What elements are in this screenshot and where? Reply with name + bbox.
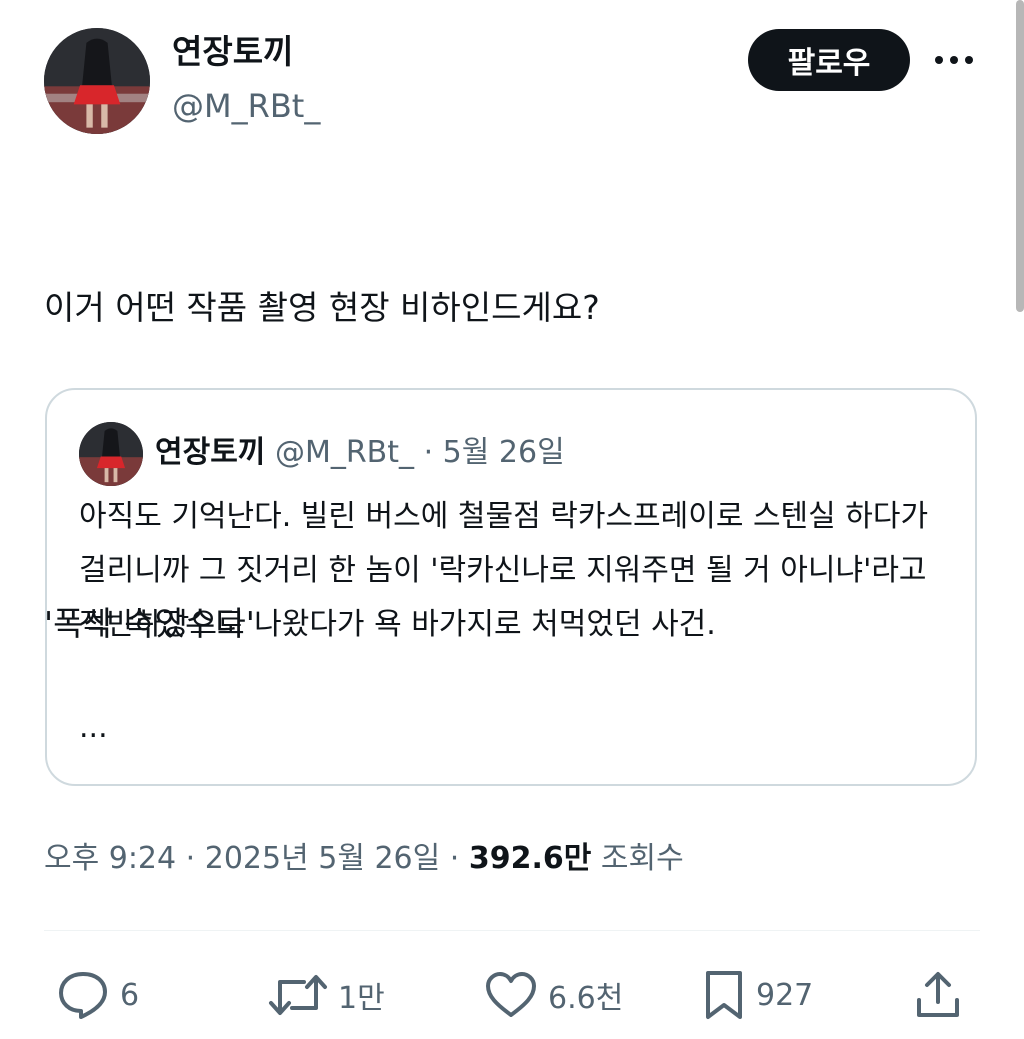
views-label: 조회수 <box>600 841 684 876</box>
quoted-tweet-ellipsis: ... <box>79 710 108 745</box>
views-count: 392.6만 <box>468 841 592 876</box>
like-button[interactable]: 6.6천 <box>484 966 623 1024</box>
quoted-tweet-header: 연장토끼 @M_RBt_ · 5월 26일 <box>155 428 565 478</box>
author-avatar[interactable] <box>44 28 150 134</box>
bookmark-icon <box>706 971 742 1019</box>
bookmark-count: 927 <box>756 977 814 1013</box>
quoted-tweet-card[interactable]: 연장토끼 @M_RBt_ · 5월 26일 아직도 기억난다. 빌린 버스에 철… <box>45 388 977 786</box>
meta-separator: · <box>185 841 196 876</box>
reply-button[interactable]: 6 <box>56 966 139 1024</box>
author-display-name[interactable]: 연장토끼 <box>172 30 293 74</box>
tweet-date[interactable]: 2025년 5월 26일 <box>205 841 440 876</box>
meta-separator: · <box>449 841 460 876</box>
share-icon <box>917 972 959 1017</box>
avatar-image <box>44 28 150 134</box>
more-options-button[interactable] <box>928 40 980 80</box>
retweet-count: 1만 <box>338 981 385 1016</box>
quoted-author-avatar <box>79 422 143 486</box>
more-horizontal-icon <box>935 56 973 64</box>
follow-button[interactable]: 팔로우 <box>748 29 910 91</box>
retweet-icon <box>269 975 327 1015</box>
quoted-separator: · <box>423 435 434 470</box>
avatar-image <box>79 422 143 486</box>
quoted-tweet-text: 아직도 기억난다. 빌린 버스에 철물점 락카스프레이로 스텐실 하다가 걸리니… <box>79 499 929 642</box>
tweet-time[interactable]: 오후 9:24 <box>44 841 176 876</box>
like-count: 6.6천 <box>548 981 624 1016</box>
bookmark-button[interactable]: 927 <box>702 966 813 1024</box>
reply-count: 6 <box>120 977 140 1013</box>
quoted-date: 5월 26일 <box>442 435 565 470</box>
reply-icon <box>59 972 107 1019</box>
author-handle[interactable]: @M_RBt_ <box>172 84 320 128</box>
quoted-author-name: 연장토끼 <box>155 435 266 470</box>
heart-icon <box>486 972 536 1017</box>
divider <box>44 930 980 931</box>
scrollbar[interactable] <box>1016 0 1024 312</box>
tweet-line: 이거 어떤 작품 촬영 현장 비하인드게요? <box>44 288 600 327</box>
retweet-button[interactable]: 1만 <box>268 966 385 1024</box>
quoted-author-handle: @M_RBt_ <box>274 435 415 470</box>
share-button[interactable] <box>914 966 962 1024</box>
tweet-meta: 오후 9:24 · 2025년 5월 26일 · 392.6만 조회수 <box>44 834 684 884</box>
